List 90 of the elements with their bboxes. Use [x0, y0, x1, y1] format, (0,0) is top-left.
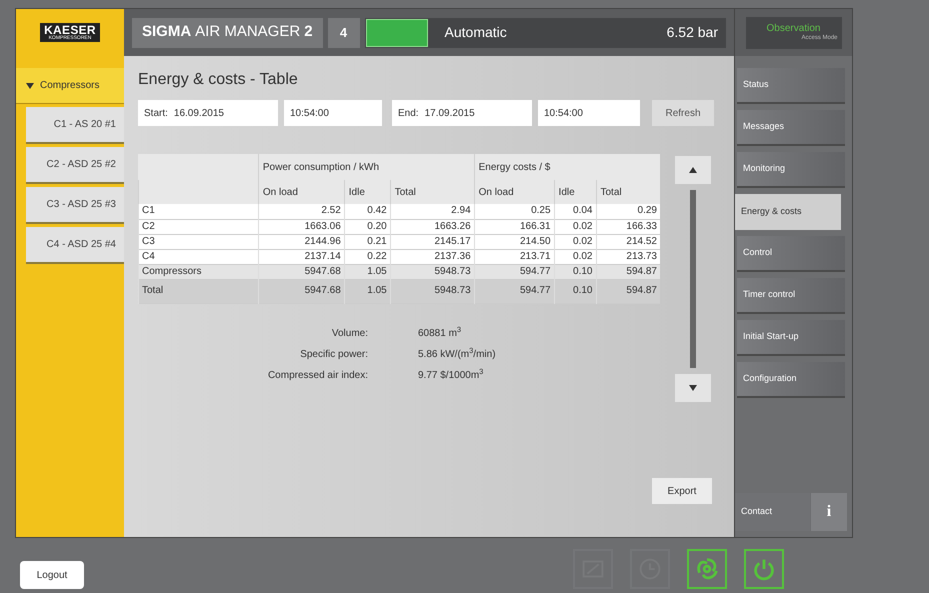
table-cell: 214.50: [520, 236, 551, 246]
end-time-field[interactable]: 10:54:00: [538, 100, 640, 126]
logout-button[interactable]: Logout: [20, 561, 84, 589]
sidebar-item[interactable]: C3 - ASD 25 #3: [26, 187, 124, 224]
table-cell: 166.31: [520, 220, 551, 232]
swirl-button[interactable]: [687, 549, 727, 589]
table-cell: 0.04: [573, 205, 592, 216]
summary-value: 9.77 $/1000m$^{3}$: [418, 368, 484, 382]
up-arrow-icon: [689, 167, 697, 173]
nav-tab[interactable]: Status: [737, 68, 845, 104]
table-cell: 594.77: [520, 285, 551, 296]
table-cell: 0.02: [573, 236, 592, 246]
table-cell: 5948.73: [434, 285, 471, 296]
table-cell: 0.10: [573, 285, 592, 296]
table-cell: C1: [142, 205, 155, 216]
table-cell: 0.29: [638, 205, 657, 216]
contact-button[interactable]: Contact: [735, 493, 810, 531]
table-cell: 594.87: [626, 266, 657, 276]
nav-tab[interactable]: Configuration: [737, 362, 845, 398]
sidebar-item[interactable]: C1 - AS 20 #1: [26, 107, 124, 144]
table-cell: 0.21: [367, 236, 387, 246]
summary-value: 5.86 kW/(m$^{3}$/min): [418, 346, 497, 362]
table-cell: 2145.17: [434, 236, 471, 246]
column-header: Idle: [558, 186, 575, 198]
refresh-button[interactable]: Refresh: [652, 100, 714, 126]
group-header: Power consumption / kWh: [262, 162, 380, 172]
column-header: On load: [478, 186, 514, 198]
table-cell: Total: [142, 285, 164, 296]
operating-mode: Automatic: [444, 23, 507, 42]
nav-tab[interactable]: Timer control: [737, 278, 845, 314]
table-cell: 5948.73: [434, 266, 471, 276]
nav-tab[interactable]: Control: [737, 236, 845, 272]
table-cell: C4: [142, 250, 155, 262]
compressors-group[interactable]: Compressors: [16, 68, 124, 104]
table-cell: 0.02: [573, 250, 592, 262]
summary-label: Specific power:: [299, 348, 368, 362]
table-cell: 213.73: [626, 250, 657, 262]
table-cell: 0.20: [367, 220, 387, 232]
table-cell: 2.94: [451, 205, 471, 216]
down-arrow-icon: [689, 385, 697, 391]
table-cell: 594.87: [626, 285, 657, 296]
nav-tab[interactable]: Energy & costs: [735, 194, 841, 230]
nav-tab[interactable]: Messages: [737, 110, 845, 146]
column-header: On load: [262, 186, 298, 198]
sidebar-item[interactable]: C4 - ASD 25 #4: [26, 227, 124, 264]
table-cell: 5947.68: [304, 266, 341, 276]
table-cell: 1.05: [367, 285, 387, 296]
sidebar-item[interactable]: C2 - ASD 25 #2: [26, 147, 124, 184]
column-header: Total: [394, 186, 416, 198]
power-button[interactable]: [744, 549, 784, 589]
table-cell: C3: [142, 236, 155, 246]
table-cell: Compressors: [142, 266, 202, 276]
info-button[interactable]: i: [811, 493, 847, 531]
table-cell: 0.42: [367, 205, 387, 216]
pressure-reading: 6.52 bar: [666, 23, 718, 42]
nav-tab[interactable]: Monitoring: [737, 152, 845, 188]
summary-label: Compressed air index:: [266, 368, 368, 382]
table-cell: 0.10: [573, 266, 592, 276]
table-cell: 2137.36: [434, 250, 471, 262]
page-title: Energy & costs - Table: [138, 70, 299, 90]
table-cell: 0.22: [367, 250, 387, 262]
export-button[interactable]: Export: [652, 478, 712, 504]
start-date-field[interactable]: Start: 16.09.2015: [138, 100, 278, 126]
table-cell: 2.52: [321, 205, 341, 216]
table-cell: 1663.06: [304, 220, 341, 232]
summary-label: Volume:: [330, 326, 368, 340]
collapse-icon: [26, 82, 34, 90]
scroll-up-button[interactable]: [675, 156, 711, 184]
table-cell: 0.02: [573, 220, 592, 232]
table-cell: C2: [142, 220, 155, 232]
station-number: 4: [328, 18, 360, 48]
table-cell: 166.33: [626, 220, 657, 232]
table-cell: 2137.14: [304, 250, 341, 262]
table-cell: 5947.68: [304, 285, 341, 296]
table-cell: 214.52: [626, 236, 657, 246]
column-header: Idle: [348, 186, 365, 198]
table-cell: 2144.96: [304, 236, 341, 246]
table-cell: 0.25: [531, 205, 551, 216]
product-title: SIGMA AIR MANAGER 2: [132, 18, 323, 48]
column-header: Total: [600, 186, 622, 198]
table-cell: 594.77: [520, 266, 551, 276]
end-date-field[interactable]: End: 17.09.2015: [392, 100, 532, 126]
table-cell: 213.71: [520, 250, 551, 262]
table-cell: 1.05: [367, 266, 387, 276]
table-cell: 1663.26: [434, 220, 471, 232]
group-header: Energy costs / $: [478, 162, 550, 172]
summary-value: 60881 m$^{3}$: [418, 326, 462, 340]
start-time-field[interactable]: 10:54:00: [284, 100, 382, 126]
nav-tab[interactable]: Initial Start-up: [737, 320, 845, 356]
scroll-down-button[interactable]: [675, 374, 711, 402]
